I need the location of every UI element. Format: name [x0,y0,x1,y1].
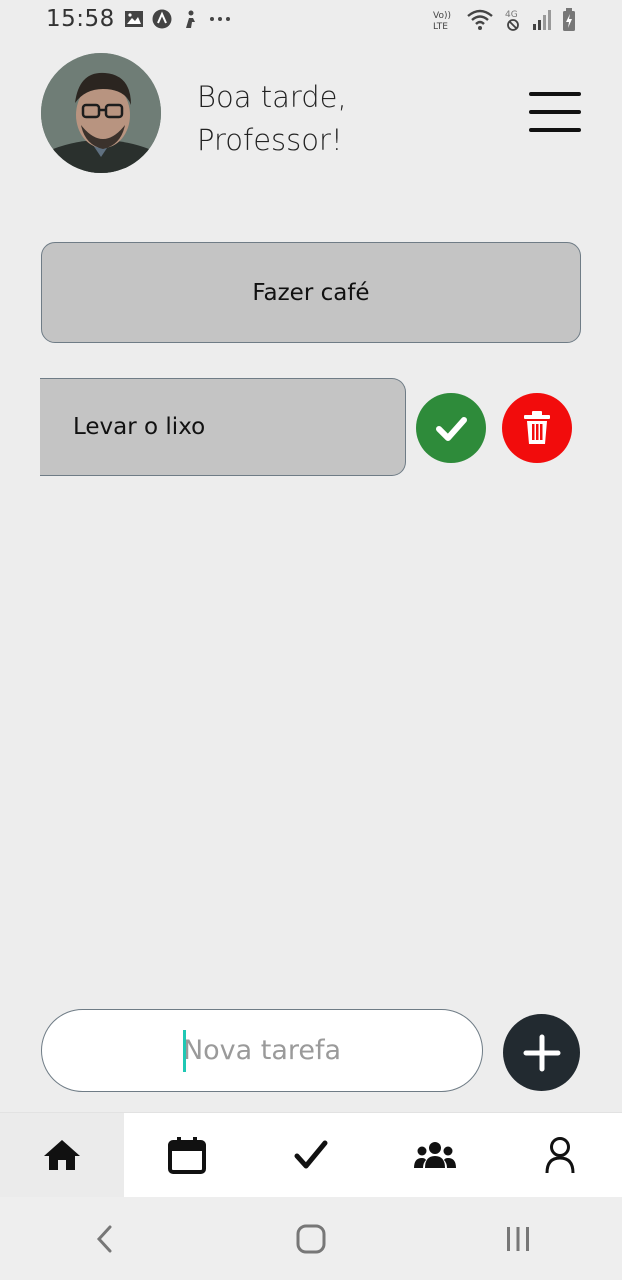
system-back-button[interactable] [74,1209,134,1269]
greeting-line2: Professor! [197,123,343,157]
status-bar: 15:58 Vo)) LTE 4G [0,0,622,42]
delete-task-button[interactable] [502,393,572,463]
system-recents-button[interactable] [488,1209,548,1269]
calendar-icon [167,1137,206,1174]
system-home-button[interactable] [281,1209,341,1269]
check-icon [294,1140,328,1169]
bottom-nav [0,1112,622,1197]
person-icon [186,10,195,28]
volte-icon: Vo))LTE [433,11,451,32]
svg-text:LTE: LTE [433,22,448,32]
nav-profile[interactable] [498,1113,622,1197]
hamburger-icon-line [529,128,581,132]
status-time: 15:58 [46,6,115,32]
check-icon [436,417,467,441]
signal-icon [533,10,551,30]
system-nav-bar [0,1197,622,1280]
battery-icon [563,8,575,31]
wifi-icon [467,9,493,30]
image-icon [125,11,143,27]
task-item[interactable]: Fazer café [41,242,581,343]
back-icon [96,1225,112,1252]
task-label: Levar o lixo [73,414,206,440]
svg-text:Vo)): Vo)) [433,11,451,21]
trash-icon [524,411,550,444]
nav-tasks[interactable] [249,1113,373,1197]
home-icon [44,1140,81,1170]
new-task-input[interactable] [42,1034,482,1067]
text-cursor [183,1030,186,1072]
recents-icon [507,1226,530,1251]
new-task-field[interactable] [41,1009,483,1092]
hamburger-icon-line [529,92,581,96]
task-label: Fazer café [252,279,370,306]
group-icon [414,1142,457,1168]
task-item-swiped[interactable]: Levar o lixo [40,378,406,476]
user-icon [545,1137,575,1174]
hamburger-icon-line [529,110,581,114]
plus-icon [523,1034,560,1071]
greeting: Boa tarde, Professor! [197,76,347,162]
complete-task-button[interactable] [416,393,486,463]
nav-calendar[interactable] [124,1113,248,1197]
avatar-portrait [41,53,161,173]
more-icon [210,17,230,21]
add-task-button[interactable] [503,1014,580,1091]
avatar[interactable] [41,53,161,173]
svg-text:4G: 4G [505,10,518,20]
a-icon [152,9,172,29]
menu-button[interactable] [529,92,581,134]
home-circle-icon [296,1224,326,1253]
nav-groups[interactable] [373,1113,497,1197]
greeting-line1: Boa tarde, [197,80,347,114]
nav-home[interactable] [0,1113,125,1197]
4g-icon: 4G [505,10,519,31]
